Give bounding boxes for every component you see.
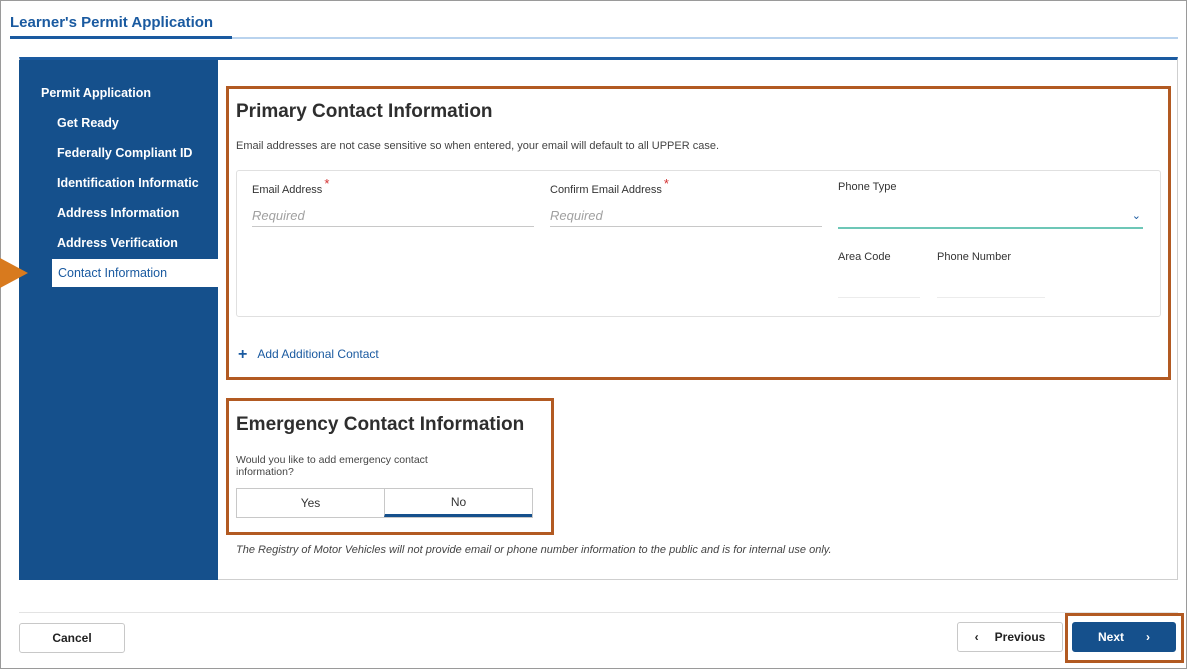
next-button[interactable]: Next › [1072,622,1176,652]
emergency-contact-title: Emergency Contact Information [236,414,525,435]
phone-type-label: Phone Type [838,181,897,193]
title-underline [10,36,232,39]
area-code-input[interactable] [838,278,920,298]
chevron-down-icon: ⌄ [1131,210,1141,222]
phone-type-select[interactable]: ⌄ [838,203,1143,229]
privacy-disclaimer: The Registry of Motor Vehicles will not … [236,544,832,556]
sidebar-item-address-verification[interactable]: Address Verification [19,229,218,257]
title-rule [232,37,1178,39]
cancel-button[interactable]: Cancel [19,623,125,653]
emergency-no-button[interactable]: No [384,489,532,517]
sidebar-item-contact-information[interactable]: Contact Information [52,259,218,287]
cancel-label: Cancel [52,631,92,645]
sidebar-nav: Permit Application Get Ready Federally C… [19,60,218,580]
sidebar-heading: Permit Application [41,86,151,100]
plus-icon: + [238,346,248,363]
email-case-hint: Email addresses are not case sensitive s… [236,140,720,152]
add-additional-contact-label: Add Additional Contact [257,347,379,361]
emergency-yes-button[interactable]: Yes [237,489,384,517]
sidebar-item-identification-information[interactable]: Identification Informatic [19,169,218,197]
add-additional-contact-link[interactable]: + Add Additional Contact [238,345,379,363]
chevron-left-icon: ‹ [974,630,979,644]
email-input[interactable] [252,205,534,227]
footer-divider [19,612,1178,613]
emergency-contact-toggle: Yes No [236,488,533,518]
required-marker: * [324,176,330,191]
sidebar-item-federally-compliant-id[interactable]: Federally Compliant ID [19,139,218,167]
required-marker: * [663,176,669,191]
next-label: Next [1097,630,1124,644]
callout-arrow-icon [0,258,28,288]
confirm-email-label: Confirm Email Address * [550,176,669,196]
sidebar-item-get-ready[interactable]: Get Ready [19,109,218,137]
primary-contact-title: Primary Contact Information [236,101,493,122]
sidebar-item-address-information[interactable]: Address Information [19,199,218,227]
chevron-right-icon: › [1146,630,1150,644]
email-label: Email Address * [252,176,330,196]
app-title: Learner's Permit Application [10,14,214,31]
phone-number-input[interactable] [937,278,1045,298]
phone-number-label: Phone Number [937,251,1011,263]
area-code-label: Area Code [838,251,891,263]
confirm-email-input[interactable] [550,205,822,227]
emergency-contact-question: Would you like to add emergency contact … [236,454,428,478]
previous-button[interactable]: ‹ Previous [957,622,1063,652]
previous-label: Previous [994,630,1046,644]
